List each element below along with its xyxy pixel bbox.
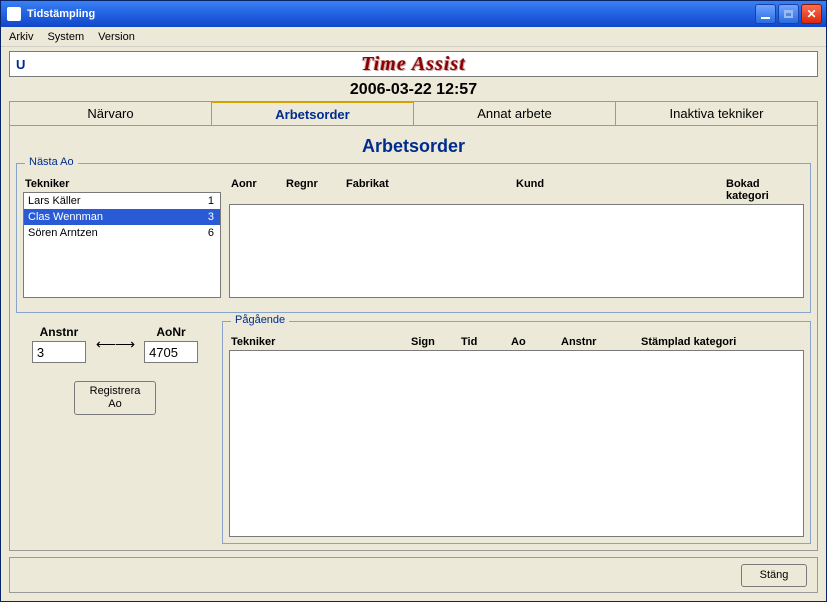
pagaende-headers: Tekniker Sign Tid Ao Anstnr Stämplad kat… — [229, 336, 804, 348]
pagaende-list[interactable] — [229, 350, 804, 537]
col-stamplad: Stämplad kategori — [641, 336, 802, 348]
datetime-display: 2006-03-22 12:57 — [1, 81, 826, 99]
col-fabrikat: Fabrikat — [346, 178, 516, 202]
tekniker-num: 6 — [208, 227, 214, 239]
footer-bar: Stäng — [9, 557, 818, 593]
tekniker-row[interactable]: Sören Arntzen 6 — [24, 225, 220, 241]
group-nasta-ao: Nästa Ao Tekniker Lars Käller 1 Clas Wen… — [16, 163, 811, 313]
tab-annat[interactable]: Annat arbete — [413, 101, 616, 125]
menu-system[interactable]: System — [47, 31, 84, 43]
col-tekniker: Tekniker — [231, 336, 411, 348]
tab-arbetsorder[interactable]: Arbetsorder — [211, 101, 414, 125]
col-aonr: Aonr — [231, 178, 286, 202]
tekniker-name: Lars Käller — [28, 195, 81, 207]
banner-left-letter: U — [10, 57, 40, 72]
close-button[interactable]: Stäng — [741, 564, 807, 587]
aonr-label: AoNr — [156, 325, 185, 339]
maximize-button[interactable] — [778, 4, 799, 24]
tekniker-list[interactable]: Lars Käller 1 Clas Wennman 3 Sören Arntz… — [23, 192, 221, 298]
tab-narvaro[interactable]: Närvaro — [9, 101, 212, 125]
col-ao: Ao — [511, 336, 561, 348]
col-sign: Sign — [411, 336, 461, 348]
banner: U Time Assist — [9, 51, 818, 77]
menu-version[interactable]: Version — [98, 31, 135, 43]
col-regnr: Regnr — [286, 178, 346, 202]
tekniker-num: 3 — [208, 211, 214, 223]
tekniker-row[interactable]: Lars Käller 1 — [24, 193, 220, 209]
col-anstnr: Anstnr — [561, 336, 641, 348]
register-ao-button[interactable]: RegistreraAo — [74, 381, 156, 415]
tekniker-name: Clas Wennman — [28, 211, 103, 223]
detail-list[interactable] — [229, 204, 804, 298]
register-panel: Anstnr ⟵⟶ AoNr RegistreraAo — [16, 321, 214, 544]
app-title: Time Assist — [40, 53, 787, 76]
tekniker-column-header: Tekniker — [23, 178, 221, 190]
col-bokad: Bokad kategori — [726, 178, 802, 202]
titlebar: Tidstämpling ✕ — [1, 1, 826, 27]
group-nasta-ao-legend: Nästa Ao — [25, 156, 78, 168]
tab-inaktiva[interactable]: Inaktiva tekniker — [615, 101, 818, 125]
aonr-input[interactable] — [144, 341, 198, 363]
group-pagaende-legend: Pågående — [231, 314, 289, 326]
tekniker-num: 1 — [208, 195, 214, 207]
col-kund: Kund — [516, 178, 726, 202]
app-window: Tidstämpling ✕ Arkiv System Version U Ti… — [0, 0, 827, 602]
menubar: Arkiv System Version — [1, 27, 826, 47]
page-heading: Arbetsorder — [16, 136, 811, 157]
main-panel: Arbetsorder Nästa Ao Tekniker Lars Källe… — [9, 125, 818, 551]
detail-headers: Aonr Regnr Fabrikat Kund Bokad kategori — [229, 178, 804, 202]
tekniker-name: Sören Arntzen — [28, 227, 98, 239]
minimize-button[interactable] — [755, 4, 776, 24]
arrow-icon: ⟵⟶ — [96, 336, 134, 353]
anstnr-input[interactable] — [32, 341, 86, 363]
anstnr-label: Anstnr — [40, 325, 79, 339]
tekniker-row[interactable]: Clas Wennman 3 — [24, 209, 220, 225]
group-pagaende: Pågående Tekniker Sign Tid Ao Anstnr Stä… — [222, 321, 811, 544]
tabs: Närvaro Arbetsorder Annat arbete Inaktiv… — [9, 101, 818, 125]
menu-arkiv[interactable]: Arkiv — [9, 31, 33, 43]
window-title: Tidstämpling — [27, 8, 95, 20]
app-icon — [7, 7, 21, 21]
close-window-button[interactable]: ✕ — [801, 4, 822, 24]
col-tid: Tid — [461, 336, 511, 348]
